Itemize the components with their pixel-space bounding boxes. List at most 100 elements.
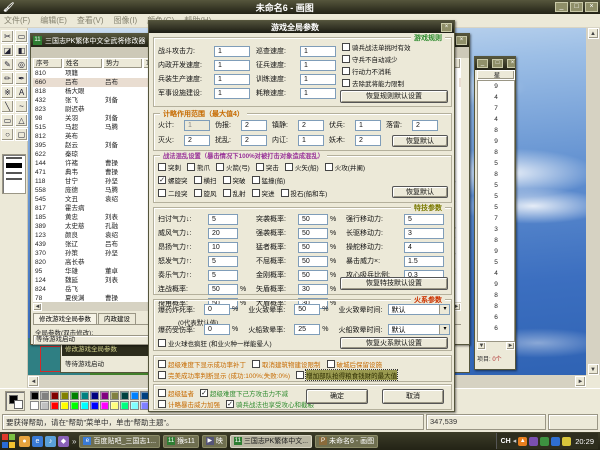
skill-input[interactable]: 10 xyxy=(208,242,238,253)
reset-fire-button[interactable]: 恢复火系默认设置 xyxy=(340,337,448,349)
scroll-up-icon[interactable]: ▲ xyxy=(588,28,599,39)
line-width-option[interactable] xyxy=(6,157,22,159)
checkbox-option[interactable]: 去除武将能力限制 xyxy=(342,78,411,88)
color-swatch[interactable] xyxy=(90,401,99,410)
skill-input[interactable]: 20 xyxy=(208,228,238,239)
checkbox-icon[interactable] xyxy=(342,79,350,87)
magnifier-tool[interactable]: ◎ xyxy=(15,58,28,71)
color-swatch[interactable] xyxy=(70,401,79,410)
rectangle-tool[interactable]: ▭ xyxy=(1,114,14,127)
checkbox-checked-icon[interactable]: ✓ xyxy=(158,176,166,184)
checkbox-option[interactable]: 旋风 xyxy=(194,188,217,198)
checkbox-option[interactable]: 计略暴击威力加强 xyxy=(158,399,220,409)
rule-input[interactable]: 1 xyxy=(214,74,250,85)
checkbox-icon[interactable] xyxy=(158,360,166,368)
rule-input[interactable]: 1 xyxy=(300,88,336,99)
minimize-button[interactable]: _ xyxy=(555,2,568,12)
security-icon[interactable] xyxy=(540,437,549,446)
skill-input[interactable]: 50 xyxy=(298,214,328,225)
menu-item[interactable]: 文件(F) xyxy=(4,15,30,26)
rule-input[interactable]: 1 xyxy=(300,74,336,85)
checkbox-icon[interactable] xyxy=(158,339,166,347)
skill-input[interactable]: 50 xyxy=(298,228,328,239)
checkbox-icon[interactable] xyxy=(158,163,166,171)
scroll-down-icon[interactable]: ▼ xyxy=(477,342,486,350)
reset-skills-button[interactable]: 恢复特技默认设置 xyxy=(340,277,448,290)
checkbox-icon[interactable] xyxy=(342,55,350,63)
strategy-input[interactable]: 1 xyxy=(355,120,381,131)
strategy-input[interactable]: 2 xyxy=(241,135,267,146)
strategy-input[interactable]: 1 xyxy=(184,120,210,131)
close-icon[interactable]: × xyxy=(456,36,467,45)
scroll-right-icon[interactable]: ► xyxy=(506,342,515,350)
airbrush-tool[interactable]: ※ xyxy=(1,86,14,99)
checkbox-icon[interactable] xyxy=(296,371,304,379)
checkbox-icon[interactable] xyxy=(194,176,202,184)
rule-input[interactable]: 1 xyxy=(300,60,336,71)
chevron-down-icon[interactable]: ▾ xyxy=(439,305,449,314)
text-tool[interactable]: A xyxy=(15,86,28,99)
checkbox-icon[interactable] xyxy=(187,163,195,171)
checkbox-option[interactable]: 突刺 xyxy=(158,162,181,172)
fire-input[interactable]: 0 xyxy=(204,304,230,315)
checkbox-icon[interactable] xyxy=(194,189,202,197)
checkbox-icon[interactable] xyxy=(158,389,166,397)
checkbox-option[interactable]: 超级难度下显示成功率补丁 xyxy=(158,359,246,369)
eraser-tool[interactable]: ◪ xyxy=(1,44,14,57)
color-swatch[interactable] xyxy=(50,391,59,400)
checkbox-icon[interactable] xyxy=(158,371,166,379)
checkbox-icon[interactable] xyxy=(285,163,293,171)
stat-number-list[interactable]: 94748985855573895498866 xyxy=(477,80,515,342)
reset-chaos-button[interactable]: 恢复默认 xyxy=(392,186,448,198)
checkbox-icon[interactable] xyxy=(223,176,231,184)
scroll-down-icon[interactable]: ▼ xyxy=(588,364,599,375)
network-icon[interactable] xyxy=(551,437,560,446)
checkbox-checked-icon[interactable]: ✓ xyxy=(200,389,208,397)
rule-input[interactable]: 1 xyxy=(300,46,336,57)
line-width-option-selected[interactable] xyxy=(6,163,22,168)
strategy-input[interactable]: 2 xyxy=(298,120,324,131)
checkbox-icon[interactable] xyxy=(325,163,333,171)
checkbox-icon[interactable] xyxy=(252,176,260,184)
color-swatch[interactable] xyxy=(100,391,109,400)
color-swatch[interactable] xyxy=(60,401,69,410)
checkbox-icon[interactable] xyxy=(342,43,350,51)
checkbox-icon[interactable] xyxy=(342,67,350,75)
cancel-button[interactable]: 取消 xyxy=(382,389,444,404)
fire-input[interactable]: 0 xyxy=(204,324,230,335)
checkbox-option[interactable]: 火攻(井阑) xyxy=(325,162,365,172)
color-swatch[interactable] xyxy=(130,391,139,400)
checkbox-option[interactable]: 骑兵战法单挑时有效 xyxy=(342,42,411,52)
rounded-rect-tool[interactable]: ▢ xyxy=(15,128,28,141)
quick-launch-more-icon[interactable]: » xyxy=(72,437,76,446)
skill-input[interactable]: 3 xyxy=(404,228,444,239)
fire-input[interactable]: 50 xyxy=(294,304,320,315)
free-select-tool[interactable]: ✂ xyxy=(1,30,14,43)
skill-input[interactable]: 1.5 xyxy=(404,256,444,267)
skill-input[interactable]: 50 xyxy=(208,284,238,295)
color-swatch[interactable] xyxy=(90,391,99,400)
checkbox-option[interactable]: 守兵不自动减少 xyxy=(342,54,411,64)
color-swatch[interactable] xyxy=(110,401,119,410)
taskbar-item[interactable]: 11三国志PK繁体中文... xyxy=(230,435,312,448)
checkbox-option[interactable]: 破城后保留设施 xyxy=(327,359,383,369)
maximize-button[interactable]: □ xyxy=(570,2,583,12)
checkbox-option[interactable]: 业火球也疯狂 (和业火种一样能晕人) xyxy=(158,338,272,348)
checkbox-icon[interactable] xyxy=(252,189,260,197)
rule-input[interactable]: 1 xyxy=(214,60,250,71)
taskbar-item[interactable]: ▶映 xyxy=(202,435,227,448)
color-swatch[interactable] xyxy=(130,401,139,410)
skill-input[interactable]: 5 xyxy=(208,214,238,225)
taskbar-item[interactable]: 11猴s11 xyxy=(163,435,199,448)
line-width-option[interactable] xyxy=(6,172,22,174)
color-swatch[interactable] xyxy=(30,391,39,400)
checkbox-option[interactable]: 火箭(弓) xyxy=(216,162,250,172)
vertical-scrollbar[interactable]: ▲ ▼ xyxy=(586,28,600,375)
checkbox-option[interactable]: 横扫 xyxy=(194,175,217,185)
ok-button[interactable]: 确定 xyxy=(306,389,368,404)
checkbox-icon[interactable] xyxy=(252,360,260,368)
checkbox-option[interactable]: 猛撞(船) xyxy=(252,175,286,185)
checkbox-option[interactable]: 增加部队抢得粮食钱财的最大值 xyxy=(296,370,397,380)
checkbox-icon[interactable] xyxy=(158,400,166,408)
polygon-tool[interactable]: △ xyxy=(15,114,28,127)
